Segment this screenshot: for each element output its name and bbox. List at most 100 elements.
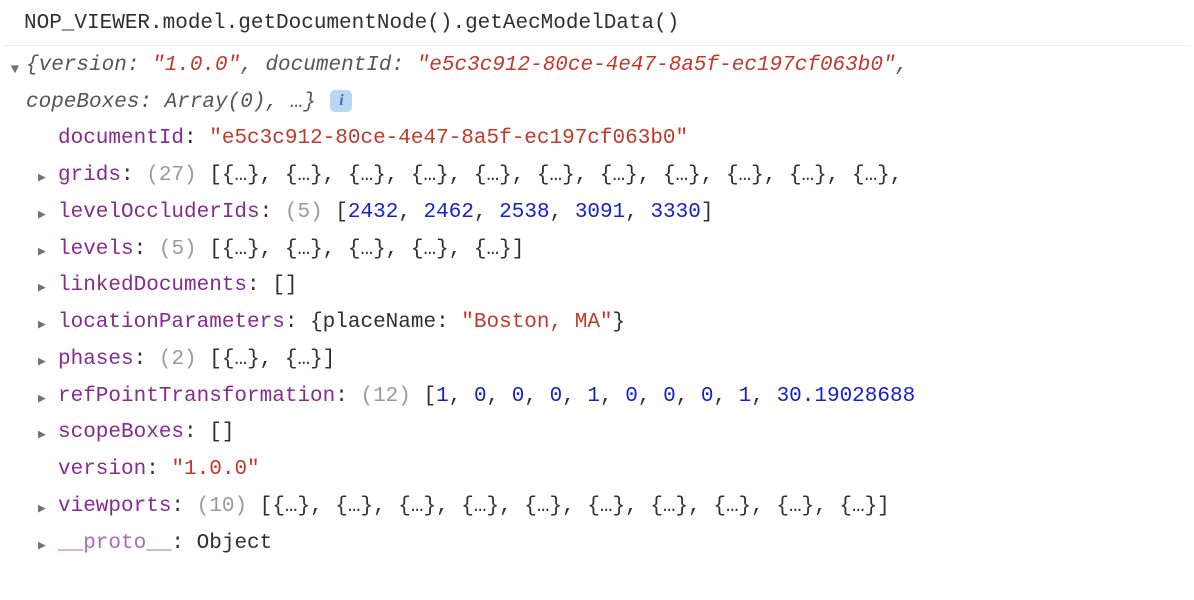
disclosure-triangle-right-icon[interactable]: ▶ <box>38 305 58 337</box>
prop-content: scopeBoxes: [] <box>58 415 1190 452</box>
num-value: 2462 <box>424 201 474 224</box>
prop-body: [{…}, {…}, {…}, {…}, {…}, {…}, {…}, {…},… <box>197 164 903 187</box>
num-value: 0 <box>512 385 525 408</box>
bracket: [ <box>411 385 436 408</box>
disclosure-triangle-right-icon[interactable]: ▶ <box>38 342 58 374</box>
prop-body: [{…}, {…}, {…}, {…}, {…}] <box>197 238 525 261</box>
prop-refPointTransformation[interactable]: ▶ refPointTransformation: (12) [1, 0, 0,… <box>4 379 1190 416</box>
comma: , <box>474 201 499 224</box>
prop-body: Object <box>197 532 273 555</box>
prop-value: "e5c3c912-80ce-4e47-8a5f-ec197cf063b0" <box>209 127 688 150</box>
prop-key: levels <box>58 238 134 261</box>
colon: : <box>335 385 360 408</box>
prop-levels[interactable]: ▶ levels: (5) [{…}, {…}, {…}, {…}, {…}] <box>4 232 1190 269</box>
num-value: 30.19028688 <box>777 385 916 408</box>
num-value: 1 <box>436 385 449 408</box>
prop-content: locationParameters: {placeName: "Boston,… <box>58 305 1190 342</box>
prop-documentId[interactable]: documentId: "e5c3c912-80ce-4e47-8a5f-ec1… <box>4 121 1190 158</box>
console-output: NOP_VIEWER.model.getDocumentNode().getAe… <box>0 0 1194 570</box>
num-value: 0 <box>550 385 563 408</box>
prop-phases[interactable]: ▶ phases: (2) [{…}, {…}] <box>4 342 1190 379</box>
colon: : <box>247 274 272 297</box>
disclosure-triangle-right-icon[interactable]: ▶ <box>38 158 58 190</box>
expression-text: NOP_VIEWER.model.getDocumentNode().getAe… <box>24 12 679 35</box>
spacer <box>38 121 58 130</box>
disclosure-triangle-right-icon[interactable]: ▶ <box>38 526 58 558</box>
prop-count: (10) <box>197 495 247 518</box>
spacer <box>38 452 58 461</box>
num-value: 0 <box>474 385 487 408</box>
comma: , <box>550 201 575 224</box>
prop-content: __proto__: Object <box>58 526 1190 563</box>
comma: , <box>638 385 663 408</box>
prop-grids[interactable]: ▶ grids: (27) [{…}, {…}, {…}, {…}, {…}, … <box>4 158 1190 195</box>
prop-key: locationParameters <box>58 311 285 334</box>
prop-body: [] <box>209 421 234 444</box>
prop-value: "1.0.0" <box>171 458 259 481</box>
prop-count: (12) <box>360 385 410 408</box>
comma: , <box>449 385 474 408</box>
num-value: 1 <box>587 385 600 408</box>
colon: : <box>171 532 196 555</box>
prop-key: viewports <box>58 495 171 518</box>
summary-text: , documentId: <box>240 54 416 77</box>
brace: } <box>613 311 626 334</box>
disclosure-triangle-right-icon[interactable]: ▶ <box>38 232 58 264</box>
prop-key: phases <box>58 348 134 371</box>
prop-levelOccluderIds[interactable]: ▶ levelOccluderIds: (5) [2432, 2462, 253… <box>4 195 1190 232</box>
comma: , <box>625 201 650 224</box>
prop-key: linkedDocuments <box>58 274 247 297</box>
prop-version[interactable]: version: "1.0.0" <box>4 452 1190 489</box>
disclosure-triangle-right-icon[interactable]: ▶ <box>38 195 58 227</box>
colon: : <box>260 201 285 224</box>
comma: , <box>487 385 512 408</box>
disclosure-triangle-right-icon[interactable]: ▶ <box>38 489 58 521</box>
num-value: 0 <box>663 385 676 408</box>
prop-count: (5) <box>159 238 197 261</box>
disclosure-triangle-down-icon[interactable]: ▼ <box>4 48 26 83</box>
colon: : <box>184 421 209 444</box>
colon: : <box>146 458 171 481</box>
prop-key: refPointTransformation <box>58 385 335 408</box>
result-summary: {version: "1.0.0", documentId: "e5c3c912… <box>26 48 1190 122</box>
prop-locationParameters[interactable]: ▶ locationParameters: {placeName: "Bosto… <box>4 305 1190 342</box>
prop-count: (2) <box>159 348 197 371</box>
prop-key: documentId <box>58 127 184 150</box>
prop-key: grids <box>58 164 121 187</box>
num-value: 2432 <box>348 201 398 224</box>
num-value: 3091 <box>575 201 625 224</box>
prop-linkedDocuments[interactable]: ▶ linkedDocuments: [] <box>4 268 1190 305</box>
disclosure-triangle-right-icon[interactable]: ▶ <box>38 268 58 300</box>
summary-text: {version: <box>26 54 152 77</box>
disclosure-triangle-right-icon[interactable]: ▶ <box>38 415 58 447</box>
prop-content: viewports: (10) [{…}, {…}, {…}, {…}, {…}… <box>58 489 1190 526</box>
prop-body: [{…}, {…}, {…}, {…}, {…}, {…}, {…}, {…},… <box>247 495 890 518</box>
prop-scopeBoxes[interactable]: ▶ scopeBoxes: [] <box>4 415 1190 452</box>
comma: , <box>600 385 625 408</box>
colon: : <box>134 348 159 371</box>
info-icon[interactable]: i <box>330 90 352 112</box>
prop-key: version <box>58 458 146 481</box>
colon: : <box>134 238 159 261</box>
comma: , <box>676 385 701 408</box>
prop-content: linkedDocuments: [] <box>58 268 1190 305</box>
disclosure-triangle-right-icon[interactable]: ▶ <box>38 379 58 411</box>
comma: , <box>751 385 776 408</box>
num-value: 2538 <box>499 201 549 224</box>
prop-content: levels: (5) [{…}, {…}, {…}, {…}, {…}] <box>58 232 1190 269</box>
summary-line2: copeBoxes: Array(0), …} <box>26 91 316 114</box>
num-value: 0 <box>701 385 714 408</box>
prop-proto[interactable]: ▶ __proto__: Object <box>4 526 1190 563</box>
colon: : <box>121 164 146 187</box>
prop-content: levelOccluderIds: (5) [2432, 2462, 2538,… <box>58 195 1190 232</box>
result-summary-row[interactable]: ▼ {version: "1.0.0", documentId: "e5c3c9… <box>4 48 1190 122</box>
colon: : <box>285 311 310 334</box>
prop-viewports[interactable]: ▶ viewports: (10) [{…}, {…}, {…}, {…}, {… <box>4 489 1190 526</box>
prop-body: [] <box>272 274 297 297</box>
comma: , <box>398 201 423 224</box>
prop-content: documentId: "e5c3c912-80ce-4e47-8a5f-ec1… <box>58 121 1190 158</box>
summary-text: , <box>896 54 909 77</box>
prop-key: scopeBoxes <box>58 421 184 444</box>
prop-content: refPointTransformation: (12) [1, 0, 0, 0… <box>58 379 1190 416</box>
num-value: 0 <box>625 385 638 408</box>
